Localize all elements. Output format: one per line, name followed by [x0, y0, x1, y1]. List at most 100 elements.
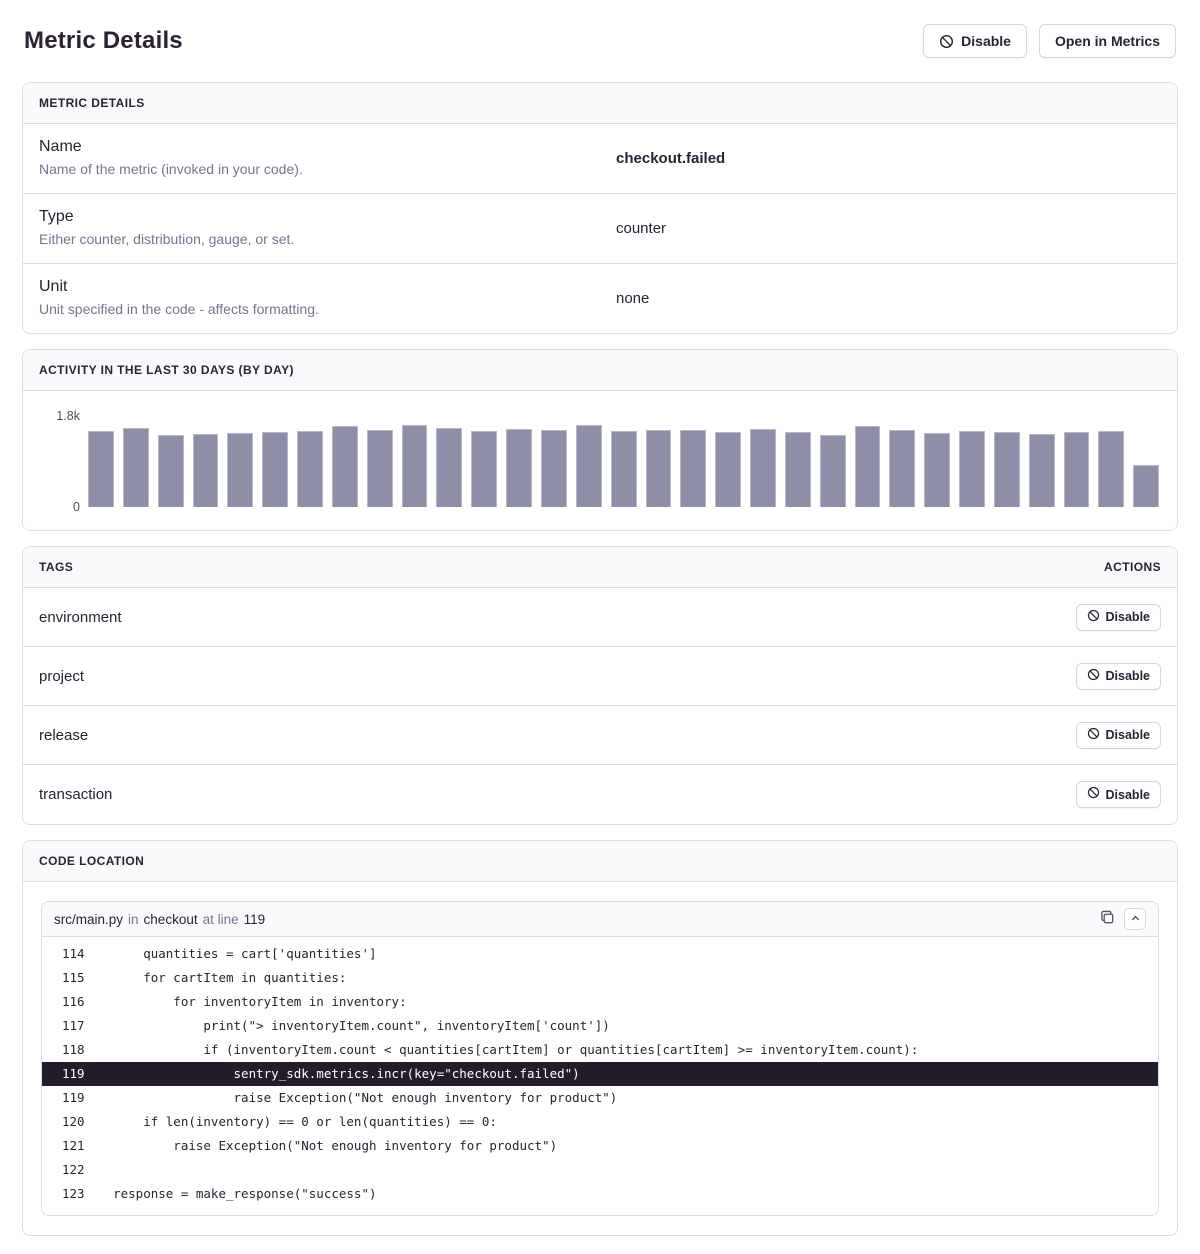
code-line-text: if len(inventory) == 0 or len(quantities…	[83, 1114, 497, 1129]
code-line: 123 response = make_response("success")	[42, 1182, 1158, 1206]
tag-row-project: project Disable	[23, 647, 1177, 706]
activity-panel-header: ACTIVITY IN THE LAST 30 DAYS (BY DAY)	[23, 350, 1177, 391]
code-line: 122	[42, 1158, 1158, 1182]
disable-metric-button-label: Disable	[961, 32, 1011, 50]
code-line: 119 raise Exception("Not enough inventor…	[42, 1086, 1158, 1110]
y-tick-zero: 0	[73, 500, 80, 514]
code-file-path: src/main.py	[54, 912, 123, 927]
activity-bar	[227, 433, 253, 507]
code-line: 114 quantities = cart['quantities']	[42, 942, 1158, 966]
disable-tag-button-label: Disable	[1106, 787, 1150, 803]
tag-row-release: releaseDisable	[23, 706, 1177, 765]
code-line-number: 114	[42, 942, 83, 966]
code-line-text: raise Exception("Not enough inventory fo…	[83, 1090, 617, 1105]
activity-bar	[541, 430, 567, 507]
copy-code-button[interactable]	[1100, 910, 1115, 928]
code-line-text: raise Exception("Not enough inventory fo…	[83, 1138, 557, 1153]
code-line-text: for cartItem in quantities:	[83, 970, 346, 985]
activity-bar	[959, 431, 985, 507]
tag-label: environment	[39, 609, 122, 626]
code-frame-header: src/main.py in checkout at line 119	[42, 902, 1158, 937]
activity-bar	[436, 428, 462, 507]
code-line-text: if (inventoryItem.count < quantities[car…	[83, 1042, 918, 1057]
metric-detail-description: Either counter, distribution, gauge, or …	[39, 231, 584, 247]
activity-bar	[750, 429, 776, 507]
activity-bar	[576, 425, 602, 507]
code-location-panel: CODE LOCATION src/main.py in checkout at…	[22, 840, 1178, 1236]
disable-tag-button[interactable]: Disable	[1076, 781, 1161, 808]
ban-icon	[939, 34, 954, 49]
disable-metric-button[interactable]: Disable	[923, 24, 1027, 58]
activity-bar	[88, 431, 114, 507]
tag-label: project	[39, 668, 84, 685]
code-frame: src/main.py in checkout at line 119	[41, 901, 1159, 1216]
code-wrap: src/main.py in checkout at line 119	[23, 882, 1177, 1235]
metric-detail-label: Name	[39, 138, 584, 156]
code-in-word: in	[128, 912, 139, 927]
metric-detail-row: Name Name of the metric (invoked in your …	[23, 124, 1177, 194]
metric-details-rows: Name Name of the metric (invoked in your …	[23, 124, 1177, 333]
activity-bar	[402, 425, 428, 507]
metric-details-panel: METRIC DETAILS Name Name of the metric (i…	[22, 82, 1178, 334]
code-line-number: 121	[42, 1134, 83, 1158]
metric-detail-left: Type Either counter, distribution, gauge,…	[23, 194, 600, 263]
disable-tag-button[interactable]: Disable	[1076, 722, 1161, 749]
page: Metric Details Disable Open in Metrics M…	[0, 0, 1200, 1254]
tags-rows: environmentDisableprojectDisablereleaseD…	[23, 588, 1177, 824]
activity-chart-bars	[88, 416, 1159, 507]
metric-detail-value: counter	[600, 194, 1177, 263]
tags-actions-column-label: ACTIONS	[1104, 560, 1161, 574]
metric-detail-row: Type Either counter, distribution, gauge,…	[23, 194, 1177, 264]
code-line: 121 raise Exception("Not enough inventor…	[42, 1134, 1158, 1158]
code-line: 117 print("> inventoryItem.count", inven…	[42, 1014, 1158, 1038]
code-line-text: sentry_sdk.metrics.incr(key="checkout.fa…	[83, 1066, 580, 1081]
disable-tag-button[interactable]: Disable	[1076, 604, 1161, 631]
code-line-number: 122	[42, 1158, 83, 1182]
code-line-text: response = make_response("success")	[83, 1186, 377, 1201]
code-line-number: 119	[244, 912, 266, 927]
code-frame-tools	[1100, 908, 1146, 930]
activity-bar	[611, 431, 637, 507]
activity-bar	[506, 429, 532, 507]
copy-icon	[1100, 910, 1115, 928]
collapse-code-button[interactable]	[1124, 908, 1146, 930]
code-line: 115 for cartItem in quantities:	[42, 966, 1158, 990]
activity-bar	[680, 430, 706, 507]
activity-bar	[1064, 432, 1090, 507]
ban-icon	[1087, 786, 1100, 803]
activity-bar	[889, 430, 915, 507]
ban-icon	[1087, 609, 1100, 626]
activity-bar	[123, 428, 149, 507]
disable-tag-button[interactable]: Disable	[1076, 663, 1161, 690]
activity-bar	[297, 431, 323, 507]
code-at-line-words: at line	[203, 912, 239, 927]
metric-detail-description: Name of the metric (invoked in your code…	[39, 161, 584, 177]
metric-detail-left: UnitUnit specified in the code - affects…	[23, 264, 600, 333]
code-line: 116 for inventoryItem in inventory:	[42, 990, 1158, 1014]
code-line-number: 117	[42, 1014, 83, 1038]
activity-panel-title: ACTIVITY IN THE LAST 30 DAYS (BY DAY)	[39, 363, 294, 377]
code-line: 120 if len(inventory) == 0 or len(quanti…	[42, 1110, 1158, 1134]
code-line-number: 116	[42, 990, 83, 1014]
activity-bar	[994, 432, 1020, 507]
open-in-metrics-button[interactable]: Open in Metrics	[1039, 24, 1176, 58]
code-line-number: 123	[42, 1182, 83, 1206]
activity-panel: ACTIVITY IN THE LAST 30 DAYS (BY DAY) 1.…	[22, 349, 1178, 531]
activity-bar	[193, 434, 219, 507]
code-line-text: print("> inventoryItem.count", inventory…	[83, 1018, 610, 1033]
tag-row-environment: environment Disable	[23, 588, 1177, 647]
tags-panel-header: TAGS ACTIONS	[23, 547, 1177, 588]
activity-bar	[158, 435, 184, 507]
metric-detail-row: UnitUnit specified in the code - affects…	[23, 264, 1177, 333]
disable-tag-button-label: Disable	[1106, 727, 1150, 743]
metric-detail-description: Unit specified in the code - affects for…	[39, 301, 584, 317]
y-tick-max: 1.8k	[56, 409, 80, 423]
activity-bar	[855, 426, 881, 507]
metric-details-panel-title: METRIC DETAILS	[39, 96, 145, 110]
page-title: Metric Details	[24, 27, 183, 55]
code-line: 118 if (inventoryItem.count < quantities…	[42, 1038, 1158, 1062]
disable-tag-button-label: Disable	[1106, 609, 1150, 625]
metric-detail-label: Type	[39, 208, 584, 226]
code-line-number: 118	[42, 1038, 83, 1062]
header-actions: Disable Open in Metrics	[923, 24, 1176, 58]
